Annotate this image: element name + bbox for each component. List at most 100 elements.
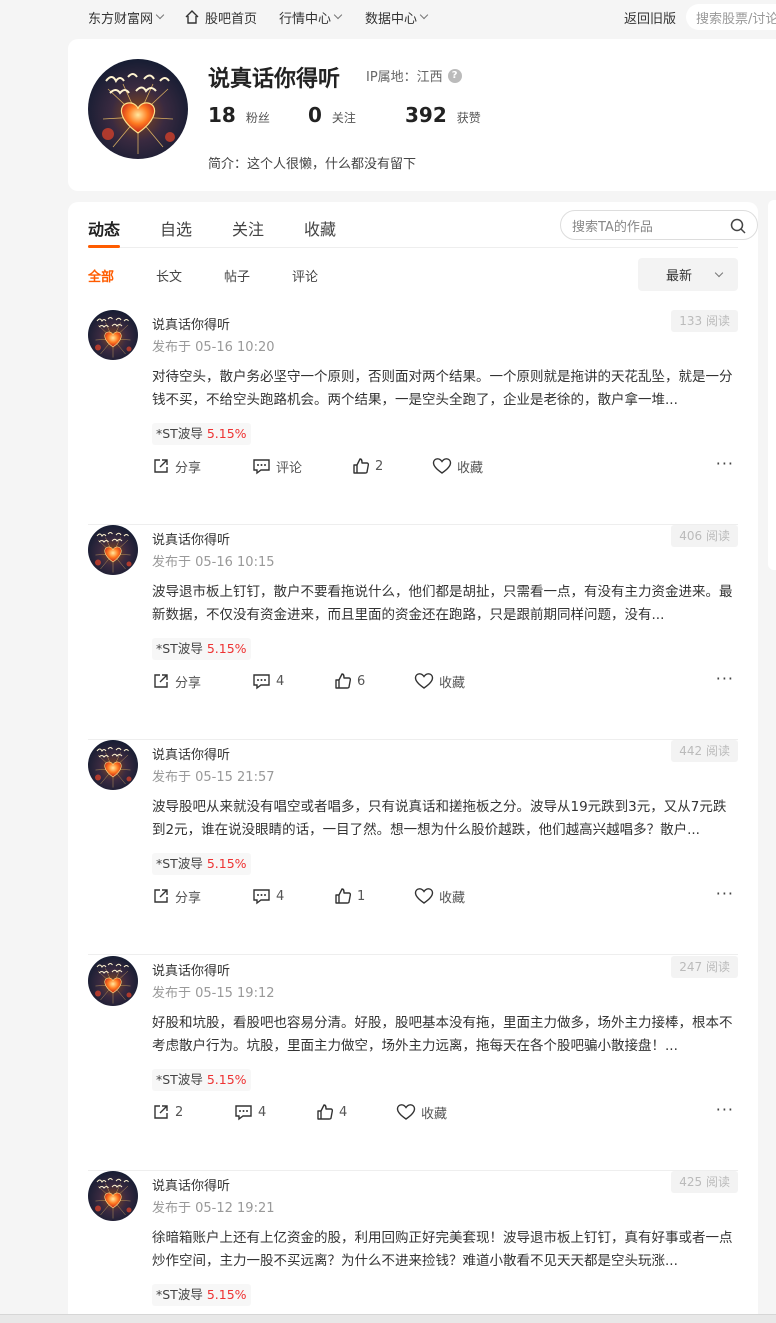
post-author[interactable]: 说真话你得听: [152, 529, 230, 548]
post-item[interactable]: 说真话你得听 发布于 05-16 10:15 406 阅读 波导退市板上钉钉，散…: [88, 525, 738, 740]
tab-following[interactable]: 关注: [232, 216, 264, 240]
stock-name: *ST波导: [156, 1287, 203, 1302]
likes-stat: 392 获赞: [405, 103, 481, 127]
like-count: 6: [357, 673, 366, 689]
profile-card: 说真话你得听 IP属地：江西 ? 18 粉丝 0 关注 392 获赞 简介：这个…: [68, 39, 776, 191]
stock-tag[interactable]: *ST波导 5.15%: [152, 1284, 251, 1306]
share-button[interactable]: 2: [152, 1102, 183, 1122]
post-item[interactable]: 说真话你得听 发布于 05-15 19:12 247 阅读 好股和坑股，看股吧也…: [88, 956, 738, 1171]
comment-button[interactable]: 4: [252, 671, 284, 691]
share-button[interactable]: 分享: [152, 671, 201, 691]
avatar[interactable]: [88, 740, 138, 790]
search-icon[interactable]: [729, 217, 747, 235]
likes-label: 获赞: [456, 111, 481, 125]
sort-select[interactable]: 最新: [638, 258, 738, 291]
followers-stat[interactable]: 18 粉丝: [208, 103, 270, 127]
post-content[interactable]: 好股和坑股，看股吧也容易分清。好股，股吧基本没有拖，里面主力做多，场外主力接棒，…: [152, 1012, 738, 1058]
stock-tag[interactable]: *ST波导 5.15%: [152, 853, 251, 875]
comment-count: 4: [276, 888, 285, 904]
guba-home-link[interactable]: 股吧首页: [184, 0, 257, 34]
guba-home-label: 股吧首页: [205, 11, 258, 27]
side-panel: [768, 200, 776, 570]
site-menu[interactable]: 东方财富网: [88, 0, 165, 34]
tab-favorites[interactable]: 收藏: [304, 216, 336, 240]
like-button[interactable]: 4: [316, 1102, 347, 1122]
thumbs-up-icon: [353, 458, 370, 474]
collect-button[interactable]: 收藏: [432, 456, 483, 476]
share-icon: [154, 889, 168, 903]
tab-watchlist[interactable]: 自选: [160, 216, 192, 240]
comment-button[interactable]: 评论: [252, 456, 302, 476]
subtab-posts[interactable]: 帖子: [224, 266, 250, 285]
read-count: 406 阅读: [671, 525, 738, 547]
stock-name: *ST波导: [156, 641, 203, 656]
comment-icon: [253, 889, 270, 905]
old-version-label: 返回旧版: [624, 11, 677, 27]
more-options-icon[interactable]: ···: [716, 1102, 734, 1118]
comment-count: 4: [276, 673, 285, 689]
subtab-comments[interactable]: 评论: [292, 266, 318, 285]
like-button[interactable]: 1: [334, 886, 365, 906]
data-center-label: 数据中心: [365, 11, 418, 27]
following-label: 关注: [331, 111, 356, 125]
collect-label: 收藏: [439, 890, 466, 906]
post-item[interactable]: 说真话你得听 发布于 05-15 21:57 442 阅读 波导股吧从来就没有唱…: [88, 740, 738, 955]
post-content[interactable]: 对待空头，散户务必坚守一个原则，否则面对两个结果。一个原则就是拖讲的天花乱坠，就…: [152, 366, 738, 412]
ip-location: IP属地：江西 ?: [366, 66, 462, 85]
share-button[interactable]: 分享: [152, 886, 201, 906]
comment-count: 4: [258, 1104, 267, 1120]
post-author[interactable]: 说真话你得听: [152, 744, 230, 763]
stock-tag[interactable]: *ST波导 5.15%: [152, 423, 251, 445]
home-icon: [185, 10, 199, 24]
data-center-menu[interactable]: 数据中心: [365, 0, 429, 34]
avatar[interactable]: [88, 59, 188, 159]
market-center-label: 行情中心: [279, 11, 332, 27]
avatar[interactable]: [88, 956, 138, 1006]
stock-name: *ST波导: [156, 856, 203, 871]
avatar[interactable]: [88, 1171, 138, 1221]
post-author[interactable]: 说真话你得听: [152, 314, 230, 333]
more-options-icon[interactable]: ···: [716, 456, 734, 472]
heart-icon: [396, 1104, 416, 1120]
chevron-down-icon: [714, 268, 724, 278]
comment-button[interactable]: 4: [252, 886, 284, 906]
following-stat[interactable]: 0 关注: [308, 103, 356, 127]
share-label: 分享: [175, 890, 202, 906]
bio: 简介：这个人很懒，什么都没有留下: [208, 157, 417, 172]
market-center-menu[interactable]: 行情中心: [279, 0, 343, 34]
post-content[interactable]: 波导股吧从来就没有唱空或者唱多，只有说真话和搓拖板之分。波导从19元跌到3元，又…: [152, 796, 738, 842]
like-button[interactable]: 2: [352, 456, 383, 476]
question-icon[interactable]: ?: [447, 68, 462, 83]
more-options-icon[interactable]: ···: [716, 886, 734, 902]
post-content[interactable]: 徐暗箱账户上还有上亿资金的股，利用回购正好完美套现！波导退市板上钉钉，真有好事或…: [152, 1227, 738, 1273]
more-options-icon[interactable]: ···: [716, 671, 734, 687]
avatar[interactable]: [88, 525, 138, 575]
post-item[interactable]: 说真话你得听 发布于 05-16 10:20 133 阅读 对待空头，散户务必坚…: [88, 310, 738, 525]
bottom-scrollbar[interactable]: [0, 1314, 776, 1323]
collect-button[interactable]: 收藏: [414, 886, 465, 906]
avatar[interactable]: [88, 310, 138, 360]
subtab-all[interactable]: 全部: [88, 266, 114, 285]
stock-change: 5.15%: [206, 856, 247, 871]
comment-button[interactable]: 4: [234, 1102, 266, 1122]
heart-icon: [414, 888, 434, 904]
like-button[interactable]: 6: [334, 671, 365, 691]
stock-tag[interactable]: *ST波导 5.15%: [152, 1069, 251, 1091]
post-author[interactable]: 说真话你得听: [152, 960, 230, 979]
post-content[interactable]: 波导退市板上钉钉，散户不要看拖说什么，他们都是胡扯，只需看一点，有没有主力资金进…: [152, 581, 738, 627]
works-search-input[interactable]: 搜索TA的作品: [560, 210, 758, 240]
subtab-long-article[interactable]: 长文: [156, 266, 182, 285]
old-version-link[interactable]: 返回旧版: [624, 0, 676, 34]
post-author[interactable]: 说真话你得听: [152, 1175, 230, 1194]
global-search-input[interactable]: 搜索股票/讨论: [686, 4, 776, 30]
tab-activity[interactable]: 动态: [88, 216, 120, 240]
sort-value: 最新: [666, 269, 693, 284]
share-button[interactable]: 分享: [152, 456, 201, 476]
main-tabs: 动态 自选 关注 收藏 搜索TA的作品: [88, 202, 758, 248]
collect-button[interactable]: 收藏: [396, 1102, 447, 1122]
stock-tag[interactable]: *ST波导 5.15%: [152, 638, 251, 660]
post-item[interactable]: 说真话你得听 发布于 05-12 19:21 425 阅读 徐暗箱账户上还有上亿…: [88, 1171, 738, 1323]
chevron-down-icon: [155, 10, 165, 20]
content-card: 动态 自选 关注 收藏 搜索TA的作品 全部 长文 帖子 评论 最新 说真话你得…: [68, 202, 758, 1323]
collect-button[interactable]: 收藏: [414, 671, 465, 691]
